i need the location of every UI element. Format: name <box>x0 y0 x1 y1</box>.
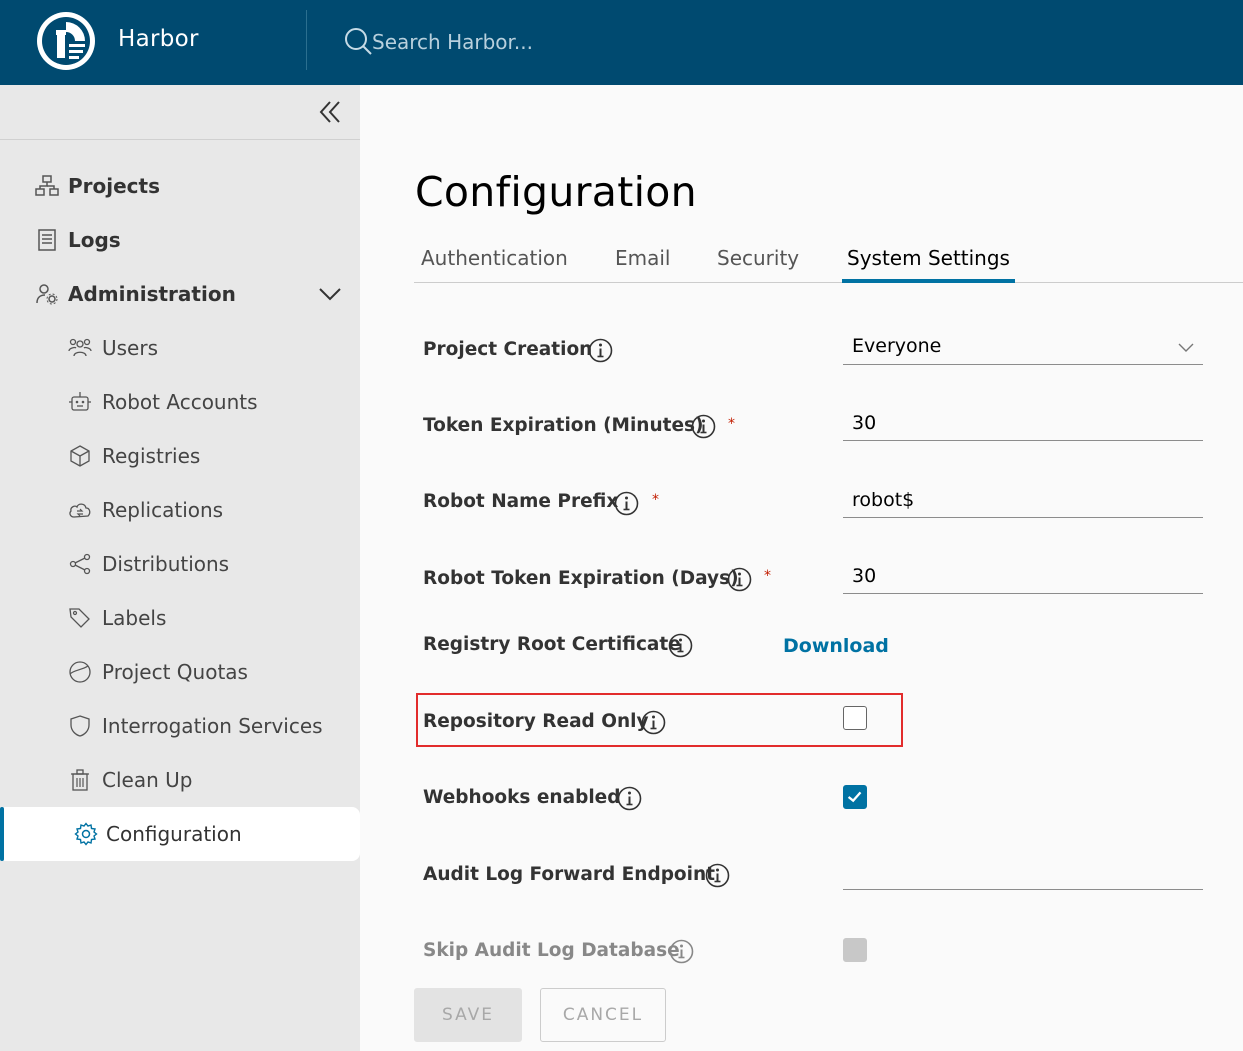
distributions-icon <box>69 553 91 575</box>
skip-audit-log-db-label: Skip Audit Log Database <box>423 940 680 961</box>
project-creation-select[interactable]: Everyone <box>843 328 1203 365</box>
quotas-icon <box>69 661 91 683</box>
repository-read-only-checkbox[interactable] <box>843 706 867 730</box>
logs-icon <box>38 229 56 251</box>
robot-name-prefix-input[interactable] <box>843 482 1203 518</box>
page-title: Configuration <box>415 168 697 216</box>
audit-log-endpoint-input[interactable] <box>843 854 1203 890</box>
search-icon <box>345 28 372 55</box>
sidebar-item-label: Project Quotas <box>102 660 248 684</box>
registries-icon <box>70 445 90 467</box>
sidebar-item-administration[interactable]: Administration <box>0 267 360 321</box>
gear-icon <box>74 822 98 846</box>
sidebar-item-interrogation-services[interactable]: Interrogation Services <box>0 699 360 753</box>
robot-token-expiration-label: Robot Token Expiration (Days) <box>423 568 739 589</box>
sidebar-item-label: Robot Accounts <box>102 390 258 414</box>
sidebar-item-label: Administration <box>68 282 236 306</box>
double-chevron-left-icon[interactable] <box>316 98 344 126</box>
cancel-button[interactable]: CANCEL <box>540 988 666 1042</box>
info-icon[interactable] <box>668 633 693 658</box>
sidebar-item-clean-up[interactable]: Clean Up <box>0 753 360 807</box>
sidebar-item-projects[interactable]: Projects <box>0 159 360 213</box>
sidebar-item-distributions[interactable]: Distributions <box>0 537 360 591</box>
app-header: Harbor <box>0 0 1243 85</box>
replications-icon <box>69 503 91 518</box>
sidebar-item-label: Registries <box>102 444 201 468</box>
webhooks-enabled-label: Webhooks enabled <box>423 787 621 808</box>
sidebar-item-logs[interactable]: Logs <box>0 213 360 267</box>
info-icon[interactable] <box>691 414 716 439</box>
sidebar-item-registries[interactable]: Registries <box>0 429 360 483</box>
repository-read-only-label: Repository Read Only <box>423 711 649 732</box>
robot-token-expiration-input[interactable] <box>843 558 1203 594</box>
sidebar-item-users[interactable]: Users <box>0 321 360 375</box>
sidebar-item-label: Projects <box>68 174 161 198</box>
active-tab-indicator <box>842 279 1015 283</box>
audit-log-endpoint-label: Audit Log Forward Endpoint <box>423 864 715 885</box>
administration-icon <box>36 284 58 305</box>
required-marker: * <box>652 492 659 508</box>
sidebar-collapse-bar <box>0 85 360 140</box>
required-marker: * <box>728 416 735 432</box>
token-expiration-input[interactable] <box>843 405 1203 441</box>
info-icon[interactable] <box>617 786 642 811</box>
sidebar-item-label: Clean Up <box>102 768 193 792</box>
sidebar-item-label: Interrogation Services <box>102 714 323 738</box>
header-divider <box>306 10 307 70</box>
sidebar-item-project-quotas[interactable]: Project Quotas <box>0 645 360 699</box>
checkmark-icon <box>847 791 862 803</box>
sidebar-item-labels[interactable]: Labels <box>0 591 360 645</box>
robot-name-prefix-label: Robot Name Prefix <box>423 491 619 512</box>
sidebar-item-label: Distributions <box>102 552 230 576</box>
tab-security[interactable]: Security <box>717 246 799 270</box>
tab-email[interactable]: Email <box>615 246 671 270</box>
sidebar-item-label: Configuration <box>106 822 242 846</box>
sidebar-item-label: Labels <box>102 606 167 630</box>
search-input[interactable] <box>372 26 772 58</box>
webhooks-enabled-checkbox[interactable] <box>843 785 867 809</box>
skip-audit-log-db-checkbox[interactable] <box>843 938 867 962</box>
sidebar-item-label: Users <box>102 336 159 360</box>
tab-system-settings[interactable]: System Settings <box>847 246 1010 270</box>
info-icon[interactable] <box>614 491 639 516</box>
config-tabs: Authentication Email Security System Set… <box>414 236 1243 283</box>
info-icon[interactable] <box>669 939 694 964</box>
robot-icon <box>69 392 91 411</box>
info-icon[interactable] <box>727 567 752 592</box>
project-creation-label: Project Creation <box>423 339 593 360</box>
shield-icon <box>70 715 90 737</box>
chevron-down-icon[interactable] <box>318 282 342 306</box>
sidebar: Projects Logs Administration Users Robot… <box>0 85 360 1051</box>
sidebar-item-robot-accounts[interactable]: Robot Accounts <box>0 375 360 429</box>
sidebar-item-label: Replications <box>102 498 224 522</box>
project-creation-value: Everyone <box>852 335 942 357</box>
info-icon[interactable] <box>641 710 666 735</box>
info-icon[interactable] <box>705 863 730 888</box>
sidebar-item-replications[interactable]: Replications <box>0 483 360 537</box>
save-button[interactable]: SAVE <box>414 988 522 1042</box>
chevron-down-icon <box>1178 343 1194 352</box>
trash-icon <box>71 769 89 791</box>
labels-icon <box>69 608 90 628</box>
required-marker: * <box>764 568 771 584</box>
sidebar-item-configuration[interactable]: Configuration <box>0 807 360 861</box>
sidebar-item-label: Logs <box>68 228 121 252</box>
harbor-logo-icon[interactable] <box>35 10 97 72</box>
tab-authentication[interactable]: Authentication <box>421 246 568 270</box>
token-expiration-label: Token Expiration (Minutes) <box>423 415 704 436</box>
download-cert-link[interactable]: Download <box>783 635 889 657</box>
info-icon[interactable] <box>588 338 613 363</box>
app-title: Harbor <box>118 26 199 52</box>
registry-root-cert-label: Registry Root Certificate <box>423 634 681 655</box>
users-icon <box>68 338 92 357</box>
projects-icon <box>35 175 59 196</box>
